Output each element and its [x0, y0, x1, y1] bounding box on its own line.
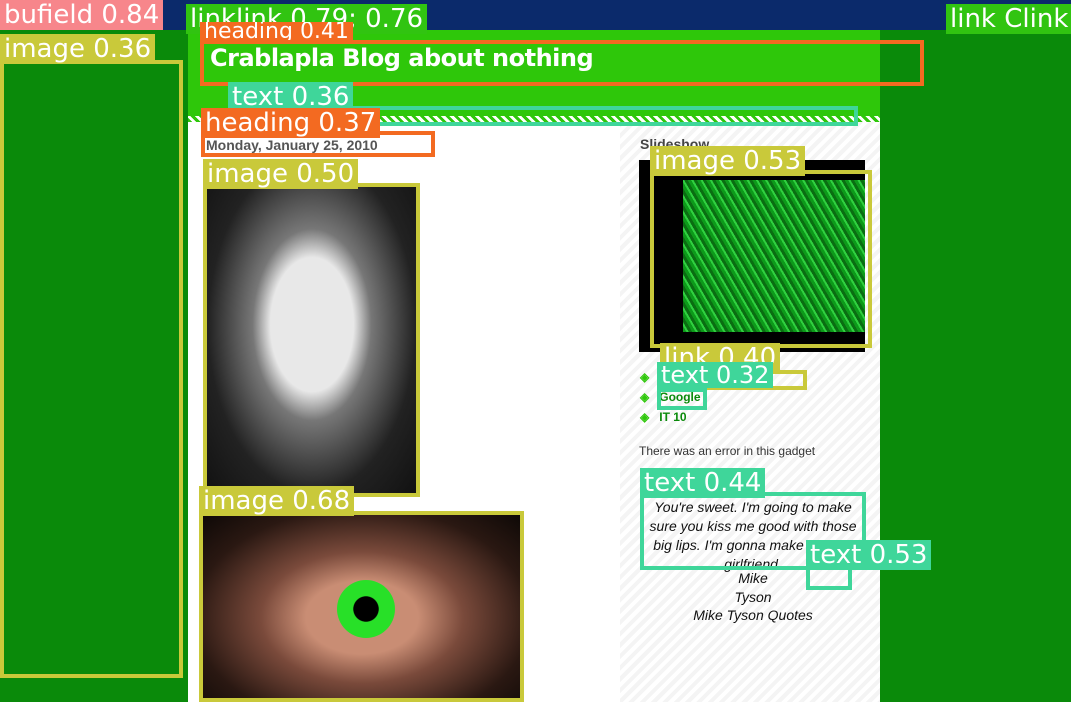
detection-box [200, 40, 924, 86]
detection-label: link Clink [946, 4, 1071, 34]
detection-label: image 0.53 [650, 146, 806, 176]
diamond-bullet-icon: ◈ [640, 410, 650, 424]
detection-box [650, 170, 872, 348]
detection-box [203, 183, 420, 497]
detection-label: bufield 0.84 [0, 0, 164, 30]
right-background [880, 30, 1071, 702]
detection-label: image 0.50 [203, 159, 359, 189]
diamond-bullet-icon: ◈ [640, 370, 650, 384]
detection-label: text 0.32 [657, 362, 774, 388]
detection-label: heading 0.41 [200, 22, 353, 40]
detection-box [199, 511, 524, 702]
detection-label: text 0.53 [806, 540, 932, 570]
gadget-error-text: There was an error in this gadget [639, 444, 816, 458]
list-item[interactable]: ◈ IT 10 [640, 410, 701, 430]
link-it10[interactable]: IT 10 [659, 410, 686, 424]
detection-box [657, 388, 707, 410]
detection-label: image 0.36 [0, 34, 156, 64]
detection-label: text 0.44 [640, 468, 766, 498]
quote-author-last: Tyson [734, 589, 772, 605]
detection-label: image 0.68 [199, 486, 355, 516]
diamond-bullet-icon: ◈ [640, 390, 650, 404]
detection-box [0, 60, 183, 678]
detection-label: heading 0.37 [201, 108, 381, 138]
quote-source: Mike Tyson Quotes [693, 607, 813, 623]
